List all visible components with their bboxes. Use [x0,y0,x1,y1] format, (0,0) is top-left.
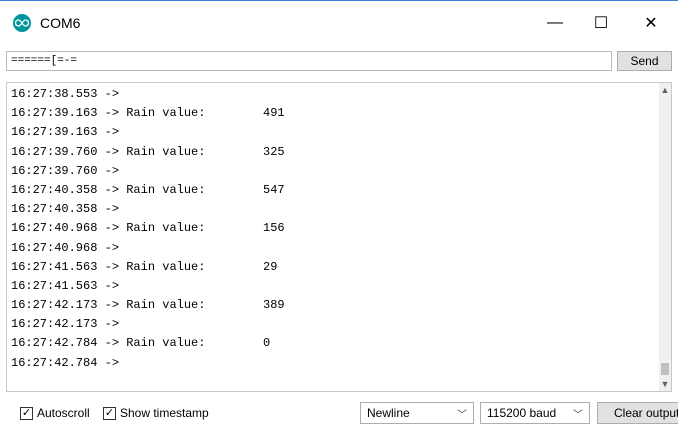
line-timestamp: 16:27:42.173 -> [11,317,120,332]
line-timestamp: 16:27:42.784 -> [11,336,120,351]
line-value: 156 [263,221,285,236]
output-line: 16:27:42.784 -> [11,354,651,373]
line-value: 29 [263,259,278,274]
status-bar: ✓ Autoscroll ✓ Show timestamp Newline ﹀ … [0,398,678,428]
output-line: 16:27:39.163 -> [11,123,651,142]
line-timestamp: 16:27:40.358 -> [11,202,120,217]
close-button[interactable]: ✕ [624,7,678,39]
line-value: 491 [263,106,285,121]
output-line: 16:27:39.163 -> Rain value: 491 [11,104,651,123]
serial-output[interactable]: 16:27:38.553 -> 16:27:39.163 -> Rain valu… [6,82,672,392]
line-timestamp: 16:27:39.163 -> [11,125,120,140]
vertical-scrollbar[interactable]: ▲ ▼ [659,83,671,391]
output-line: 16:27:41.563 -> Rain value: 29 [11,258,651,277]
line-timestamp: 16:27:40.968 -> [11,221,120,236]
scroll-up-icon[interactable]: ▲ [659,83,671,97]
output-line: 16:27:40.968 -> [11,239,651,258]
line-label: Rain value: [119,259,206,274]
maximize-button[interactable]: ☐ [578,7,624,39]
output-line: 16:27:41.563 -> [11,277,651,296]
clear-output-button[interactable]: Clear output [597,402,678,424]
maximize-icon: ☐ [593,15,609,32]
output-line: 16:27:42.784 -> Rain value: 0 [11,334,651,353]
line-timestamp: 16:27:39.760 -> [11,163,120,178]
serial-input[interactable] [6,51,612,71]
output-lines: 16:27:38.553 -> 16:27:39.163 -> Rain valu… [11,85,651,373]
scrollbar-thumb[interactable] [661,363,669,375]
autoscroll-label: Autoscroll [37,406,90,420]
line-value: 0 [263,336,271,351]
close-icon: ✕ [644,15,658,32]
arduino-icon [13,14,31,32]
line-value: 389 [263,298,285,313]
send-toolbar: Send [0,46,678,76]
line-label: Rain value: [119,182,206,197]
line-timestamp: 16:27:40.968 -> [11,240,120,255]
chevron-down-icon: ﹀ [573,410,583,421]
show-timestamp-label: Show timestamp [120,406,209,420]
line-value: 547 [263,182,285,197]
output-line: 16:27:39.760 -> [11,162,651,181]
baud-rate-select[interactable]: 115200 baud ﹀ [480,402,590,424]
line-timestamp: 16:27:39.163 -> [11,106,120,121]
line-timestamp: 16:27:39.760 -> [11,144,120,159]
line-ending-select[interactable]: Newline ﹀ [360,402,474,424]
title-bar: COM6 — ☐ ✕ [0,0,678,44]
show-timestamp-checkbox[interactable]: ✓ Show timestamp [103,406,209,420]
chevron-down-icon: ﹀ [457,410,467,421]
send-button[interactable]: Send [617,51,672,71]
line-value: 325 [263,144,285,159]
line-timestamp: 16:27:41.563 -> [11,278,120,293]
line-timestamp: 16:27:38.553 -> [11,87,120,101]
line-label: Rain value: [119,298,206,313]
window-title: COM6 [40,15,81,31]
line-timestamp: 16:27:42.784 -> [11,355,120,370]
checkmark-icon: ✓ [20,406,33,420]
line-label: Rain value: [119,221,206,236]
line-ending-value: Newline [367,406,410,420]
baud-rate-value: 115200 baud [487,406,557,420]
line-timestamp: 16:27:40.358 -> [11,182,120,197]
line-timestamp: 16:27:42.173 -> [11,298,120,313]
output-line: 16:27:40.358 -> Rain value: 547 [11,181,651,200]
output-line: 16:27:42.173 -> Rain value: 389 [11,296,651,315]
autoscroll-checkbox[interactable]: ✓ Autoscroll [20,406,90,420]
output-line: 16:27:38.553 -> [11,85,651,104]
minimize-button[interactable]: — [532,7,578,39]
line-label: Rain value: [119,106,206,121]
output-line: 16:27:39.760 -> Rain value: 325 [11,143,651,162]
scroll-down-icon[interactable]: ▼ [659,377,671,391]
line-label: Rain value: [119,144,206,159]
line-timestamp: 16:27:41.563 -> [11,259,120,274]
checkmark-icon: ✓ [103,406,116,420]
minimize-icon: — [547,14,563,31]
output-line: 16:27:42.173 -> [11,315,651,334]
output-line: 16:27:40.358 -> [11,200,651,219]
output-line: 16:27:40.968 -> Rain value: 156 [11,219,651,238]
line-label: Rain value: [119,336,206,351]
